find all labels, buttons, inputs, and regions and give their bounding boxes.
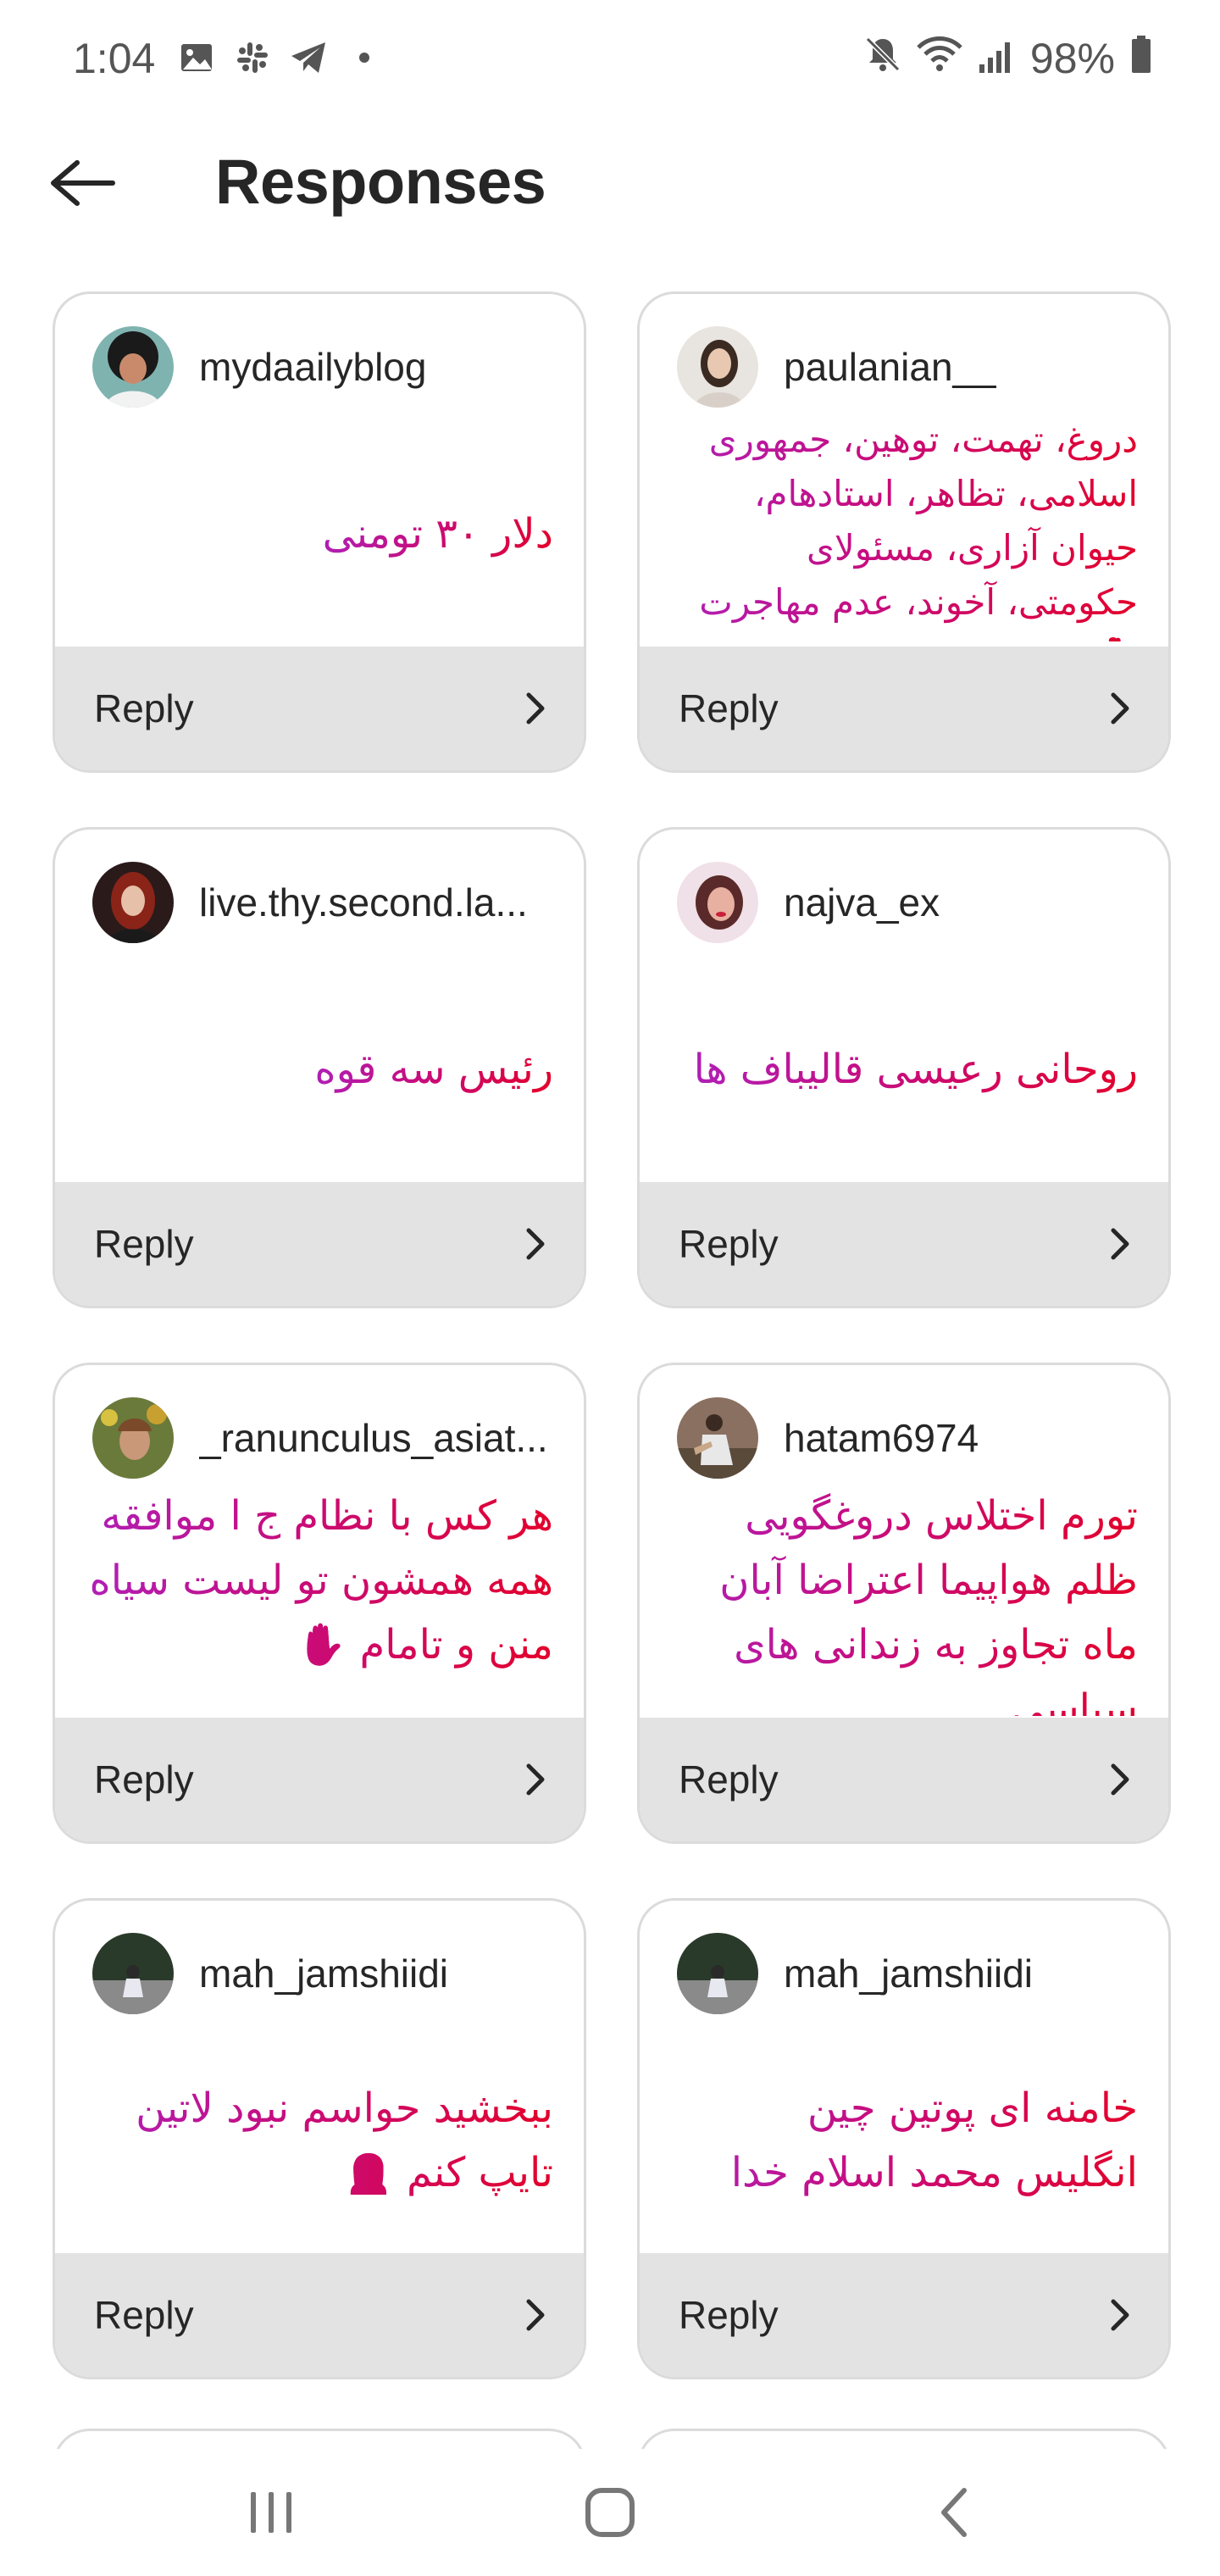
response-card: mah_jamshiidi ببخشید حواسم نبود لاتین تا… xyxy=(53,1898,586,2379)
card-header: mah_jamshiidi xyxy=(677,1933,1033,2014)
card-message-area: خامنه ای پوتین چین انگلیس محمد اسلام خدا xyxy=(674,2028,1138,2252)
username[interactable]: paulanian__ xyxy=(784,344,996,390)
reply-button[interactable]: Reply xyxy=(640,1182,1168,1306)
back-button[interactable] xyxy=(44,149,120,217)
card-header: najva_ex xyxy=(677,862,940,943)
response-text: ببخشید حواسم نبود لاتین تایپ کنم 🙍‍♀️ xyxy=(89,2076,553,2205)
response-text: رئیس سه قوه xyxy=(314,1037,553,1102)
status-bar: 1:04 98% xyxy=(0,0,1220,119)
back-icon xyxy=(941,2488,967,2537)
card-message-area: تورم اختلاس دروغگویی ظلم هواپیما اعتراضا… xyxy=(674,1484,1138,1716)
username[interactable]: hatam6974 xyxy=(784,1415,979,1461)
notification-icons xyxy=(178,39,383,76)
battery-icon xyxy=(1130,34,1152,83)
status-right: 98% xyxy=(864,34,1152,83)
wifi-icon xyxy=(917,34,962,83)
dot-icon xyxy=(346,39,383,76)
chevron-right-icon xyxy=(1111,1763,1129,1796)
reply-label: Reply xyxy=(94,1222,194,1266)
image-icon xyxy=(178,39,215,76)
response-text: تورم اختلاس دروغگویی ظلم هواپیما اعتراضا… xyxy=(674,1484,1138,1716)
home-icon xyxy=(585,2488,635,2537)
response-card: mydaailyblog دلار ۳۰ تومنی Reply xyxy=(53,291,586,773)
recents-icon xyxy=(251,2492,291,2533)
page-title: Responses xyxy=(215,147,546,217)
chevron-right-icon xyxy=(526,1763,545,1796)
avatar[interactable] xyxy=(92,1397,174,1479)
reply-label: Reply xyxy=(679,686,779,730)
username[interactable]: mah_jamshiidi xyxy=(199,1951,448,1996)
chevron-right-icon xyxy=(1111,692,1129,724)
system-back-button[interactable] xyxy=(912,2474,996,2551)
telegram-icon xyxy=(290,39,327,76)
chevron-right-icon xyxy=(526,2299,545,2331)
chevron-right-icon xyxy=(1111,2299,1129,2331)
card-header: mydaailyblog xyxy=(92,326,426,408)
reply-button[interactable]: Reply xyxy=(55,2253,584,2377)
card-header: mah_jamshiidi xyxy=(92,1933,448,2014)
chevron-right-icon xyxy=(526,1228,545,1260)
response-card: paulanian__ دروغ، تهمت، توهین، جمهوری اس… xyxy=(637,291,1171,773)
card-message-area: هر کس با نظام ج ا موافقه همه همشون تو لی… xyxy=(89,1484,553,1713)
response-card: live.thy.second.la... رئیس سه قوه Reply xyxy=(53,827,586,1308)
reply-button[interactable]: Reply xyxy=(55,1182,584,1306)
avatar[interactable] xyxy=(92,1933,174,2014)
chevron-right-icon xyxy=(526,692,545,724)
signal-icon xyxy=(978,34,1015,83)
response-text: دروغ، تهمت، توهین، جمهوری اسلامی، تظاهر،… xyxy=(674,413,1138,641)
chevron-right-icon xyxy=(1111,1228,1129,1260)
avatar[interactable] xyxy=(677,326,758,408)
recents-button[interactable] xyxy=(229,2474,313,2551)
card-header: hatam6974 xyxy=(677,1397,979,1479)
reply-button[interactable]: Reply xyxy=(55,1718,584,1841)
card-header: paulanian__ xyxy=(677,326,996,408)
card-message-area: دروغ، تهمت، توهین، جمهوری اسلامی، تظاهر،… xyxy=(674,413,1138,641)
home-button[interactable] xyxy=(568,2474,652,2551)
card-message-area: دلار ۳۰ تومنی xyxy=(89,421,553,646)
header: Responses xyxy=(0,136,1220,229)
response-card: mah_jamshiidi خامنه ای پوتین چین انگلیس … xyxy=(637,1898,1171,2379)
reply-label: Reply xyxy=(94,686,194,730)
username[interactable]: najva_ex xyxy=(784,880,940,925)
slack-icon xyxy=(234,39,271,76)
arrow-left-icon xyxy=(51,160,115,206)
response-text: روحانی رعیسی قالیباف ها xyxy=(694,1037,1138,1102)
card-header: live.thy.second.la... xyxy=(92,862,528,943)
response-card: hatam6974 تورم اختلاس دروغگویی ظلم هواپی… xyxy=(637,1363,1171,1844)
avatar[interactable] xyxy=(677,1397,758,1479)
response-card: najva_ex روحانی رعیسی قالیباف ها Reply xyxy=(637,827,1171,1308)
reply-button[interactable]: Reply xyxy=(640,647,1168,770)
avatar[interactable] xyxy=(677,1933,758,2014)
response-text: خامنه ای پوتین چین انگلیس محمد اسلام خدا xyxy=(674,2076,1138,2205)
reply-label: Reply xyxy=(679,1222,779,1266)
mute-icon xyxy=(864,34,901,83)
battery-percent: 98% xyxy=(1029,35,1115,82)
card-header: _ranunculus_asiat... xyxy=(92,1397,548,1479)
avatar[interactable] xyxy=(677,862,758,943)
avatar[interactable] xyxy=(92,326,174,408)
reply-button[interactable]: Reply xyxy=(640,1718,1168,1841)
status-time: 1:04 xyxy=(73,35,156,82)
reply-label: Reply xyxy=(94,1757,194,1802)
response-text: هر کس با نظام ج ا موافقه همه همشون تو لی… xyxy=(89,1484,553,1677)
username[interactable]: mydaailyblog xyxy=(199,344,426,390)
card-message-area: رئیس سه قوه xyxy=(89,957,553,1181)
response-card: _ranunculus_asiat... هر کس با نظام ج ا م… xyxy=(53,1363,586,1844)
card-message-area: ببخشید حواسم نبود لاتین تایپ کنم 🙍‍♀️ xyxy=(89,2028,553,2252)
reply-label: Reply xyxy=(679,1757,779,1802)
response-text: دلار ۳۰ تومنی xyxy=(323,502,553,566)
card-message-area: روحانی رعیسی قالیباف ها xyxy=(674,957,1138,1181)
responses-grid: mydaailyblog دلار ۳۰ تومنی Reply paulani… xyxy=(53,291,1171,2379)
reply-button[interactable]: Reply xyxy=(55,647,584,770)
reply-button[interactable]: Reply xyxy=(640,2253,1168,2377)
reply-label: Reply xyxy=(679,2293,779,2337)
reply-label: Reply xyxy=(94,2293,194,2337)
username[interactable]: _ranunculus_asiat... xyxy=(199,1415,548,1461)
system-nav-bar xyxy=(0,2449,1220,2576)
avatar[interactable] xyxy=(92,862,174,943)
username[interactable]: live.thy.second.la... xyxy=(199,880,528,925)
username[interactable]: mah_jamshiidi xyxy=(784,1951,1033,1996)
